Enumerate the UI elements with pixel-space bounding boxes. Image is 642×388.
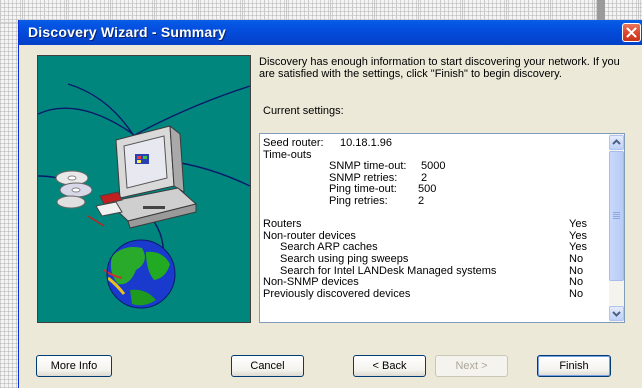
settings-item-routers: Routers Yes — [263, 219, 603, 231]
settings-item-value: No — [569, 252, 584, 265]
ping-retries-row: Ping retries: 2 — [263, 194, 603, 208]
scroll-up-icon — [612, 139, 621, 145]
title-bar[interactable]: Discovery Wizard - Summary — [19, 20, 642, 45]
ping-retries-value: 2 — [418, 194, 425, 207]
seed-router-value: 10.18.1.96 — [340, 137, 392, 149]
finish-button[interactable]: Finish — [537, 355, 611, 377]
current-settings-label: Current settings: — [263, 105, 344, 117]
background-shadow — [597, 0, 605, 22]
computer-icon — [106, 124, 198, 229]
blank-row — [263, 208, 603, 220]
vertical-scrollbar[interactable] — [609, 134, 624, 322]
settings-item-value: No — [569, 276, 584, 289]
seed-router-label: Seed router: — [263, 137, 324, 149]
scroll-grip-icon — [613, 212, 620, 220]
settings-item-label: Search using ping sweeps — [280, 252, 409, 265]
settings-item-label: Non-SNMP devices — [263, 276, 359, 289]
close-button[interactable] — [622, 23, 641, 42]
wizard-description: Discovery has enough information to star… — [259, 56, 620, 80]
scroll-up-button[interactable] — [609, 135, 624, 150]
cd-icon — [55, 170, 93, 209]
scroll-down-icon — [612, 311, 621, 317]
globe-icon — [103, 239, 176, 309]
close-icon — [626, 27, 637, 38]
window-title: Discovery Wizard - Summary — [28, 24, 227, 40]
settings-listbox[interactable]: Seed router: 10.18.1.96 Time-outs SNMP t… — [259, 133, 625, 323]
back-button[interactable]: < Back — [353, 355, 426, 377]
settings-list: Seed router: 10.18.1.96 Time-outs SNMP t… — [263, 137, 603, 301]
scroll-thumb[interactable] — [609, 151, 624, 281]
settings-item-non-snmp-devices: Non-SNMP devices No — [263, 277, 603, 289]
settings-item-ping-sweeps: Search using ping sweeps No — [263, 252, 603, 266]
settings-item-previously-discovered: Previously discovered devices No — [263, 287, 603, 301]
snmp-timeout-row: SNMP time-out: 5000 — [263, 161, 603, 173]
wizard-illustration — [37, 55, 251, 323]
timeouts-label: Time-outs — [263, 148, 312, 161]
ping-timeout-row: Ping time-out: 500 — [263, 184, 603, 196]
scroll-down-button[interactable] — [609, 306, 624, 321]
discovery-wizard-window: Discovery Wizard - Summary Discovery has… — [18, 20, 642, 388]
seed-router-row: Seed router: 10.18.1.96 — [263, 137, 603, 150]
more-info-button[interactable]: More Info — [36, 355, 112, 377]
cancel-button[interactable]: Cancel — [231, 355, 304, 377]
ping-retries-label: Ping retries: — [329, 194, 388, 207]
next-button[interactable]: Next > — [435, 355, 508, 377]
settings-item-label: Previously discovered devices — [263, 287, 411, 300]
settings-item-value: Yes — [569, 218, 587, 231]
settings-item-label: Routers — [263, 218, 302, 231]
settings-item-value: No — [569, 287, 584, 300]
disk-icon — [87, 191, 123, 227]
